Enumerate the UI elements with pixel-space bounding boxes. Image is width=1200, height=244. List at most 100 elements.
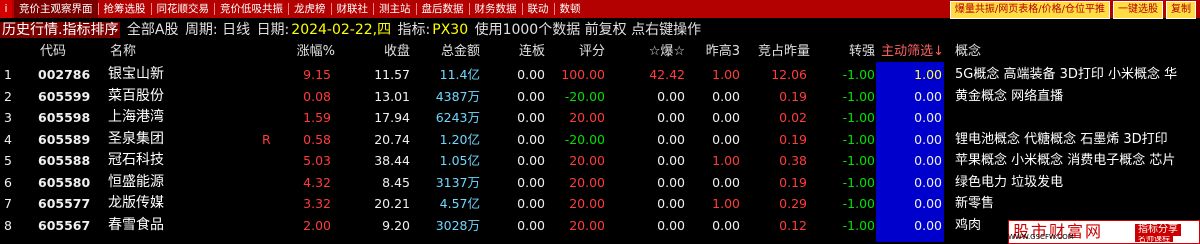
cell-name: 冠石科技 — [108, 152, 164, 168]
table-row[interactable]: 1 002786 银宝山新 9.15 11.57 11.4亿 0.00 100.00 42.42… — [0, 64, 1200, 85]
cell-lianban: 0.00 — [517, 67, 545, 82]
cell-idx: 4 — [4, 131, 12, 147]
col-code[interactable]: 代码 — [40, 42, 90, 62]
cell-idx: 1 — [4, 67, 12, 82]
cell-code: 605599 — [38, 88, 91, 104]
table-row[interactable]: 3 605598 上海港湾 1.59 17.94 6243万 0.00 20.00 0.00 0.… — [0, 107, 1200, 128]
cell-zq: -1.00 — [842, 196, 875, 211]
cell-idx: 6 — [4, 174, 12, 190]
cell-code: 002786 — [38, 67, 91, 82]
cell-zq: -1.00 — [842, 174, 875, 190]
cell-close: 9.20 — [382, 217, 410, 233]
cell-score: -20.00 — [564, 131, 605, 147]
cell-zdsx: 1.00 — [914, 67, 942, 82]
cell-jzzl: 0.29 — [779, 196, 807, 211]
menu-item[interactable]: 竞价低吸共振 — [215, 0, 288, 18]
cell-zg3: 0.00 — [712, 217, 740, 233]
cell-chg: 5.03 — [303, 153, 331, 168]
cell-code: 605588 — [38, 153, 91, 168]
cell-bao: 0.00 — [657, 217, 685, 233]
cell-name: 龙版传媒 — [108, 195, 164, 211]
cell-zg3: 1.00 — [712, 67, 740, 82]
col-amount[interactable]: 总金额 — [430, 42, 480, 62]
cell-zg3: 1.00 — [712, 196, 740, 211]
col-zdsx[interactable]: 主动筛选↓ — [876, 42, 944, 62]
menu-item[interactable]: 龙虎榜 — [289, 0, 331, 18]
table-row[interactable]: 4 605589 圣泉集团 R 0.58 20.74 1.20亿 0.00 -20.00 0.00… — [0, 129, 1200, 150]
cell-zq: -1.00 — [842, 88, 875, 104]
view-title[interactable]: 历史行情.指标排序 — [0, 22, 121, 38]
cell-code: 605577 — [38, 196, 91, 211]
cell-concept: 绿色电力 垃圾发电 — [955, 174, 1064, 190]
cell-name: 春雪食品 — [108, 216, 164, 233]
col-bao[interactable]: ☆爆☆ — [630, 42, 685, 62]
breakout-table-button[interactable]: 爆量共振/网页表格/价格/仓位平推 — [949, 1, 1110, 19]
market-label[interactable]: 全部A股 — [127, 22, 179, 38]
period-label[interactable]: 周期: 日线 — [185, 22, 250, 38]
date-label: 日期: — [256, 22, 290, 38]
col-jzzl[interactable]: 竞占昨量 — [745, 42, 810, 62]
cell-name: 上海港湾 — [108, 109, 164, 125]
col-lianban[interactable]: 连板 — [505, 42, 545, 62]
cell-flag: R — [262, 131, 271, 147]
menu-item[interactable]: 财务数据 — [470, 0, 522, 18]
cell-lianban: 0.00 — [517, 131, 545, 147]
cell-amount: 11.4亿 — [439, 67, 480, 82]
cell-chg: 4.32 — [303, 174, 331, 190]
cell-zq: -1.00 — [842, 131, 875, 147]
menu-item[interactable]: 竞价主观察界面 — [14, 0, 98, 18]
menu-item[interactable]: 联动 — [523, 0, 554, 18]
col-zg3[interactable]: 昨高3 — [700, 42, 740, 62]
watermark-url: WWW.GSCFW.COM — [1008, 233, 1074, 241]
cell-jzzl: 0.19 — [779, 131, 807, 147]
app-icon[interactable]: i — [0, 0, 12, 18]
cell-chg: 3.32 — [303, 196, 331, 211]
menu-item[interactable]: 数顿 — [555, 0, 586, 18]
menu-item[interactable]: 财联社 — [332, 0, 374, 18]
cell-idx: 3 — [4, 110, 12, 125]
col-concept[interactable]: 概念 — [955, 42, 1015, 62]
table-row[interactable]: 6 605580 恒盛能源 4.32 8.45 3137万 0.00 20.00 0.00 0.0… — [0, 172, 1200, 193]
toolbar-right: 爆量共振/网页表格/价格/仓位平推 一键选股 复制 — [949, 1, 1196, 19]
cell-jzzl: 12.06 — [771, 67, 807, 82]
cell-lianban: 0.00 — [517, 196, 545, 211]
table-row[interactable]: 2 605599 菜百股份 0.08 13.01 4387万 0.00 -20.00 0.00 0… — [0, 86, 1200, 107]
col-close[interactable]: 收盘 — [360, 42, 410, 62]
col-change[interactable]: 涨幅% — [275, 42, 335, 62]
cell-zq: -1.00 — [842, 110, 875, 125]
menu-item[interactable]: 盘后数据 — [417, 0, 469, 18]
cell-jzzl: 0.19 — [779, 88, 807, 104]
info-bar: 历史行情.指标排序 全部A股 周期: 日线 日期: 2024-02-22,四 指标… — [0, 19, 1200, 41]
data-note: 使用1000个数据 前复权 点右键操作 — [474, 22, 702, 38]
cell-bao: 0.00 — [657, 88, 685, 104]
col-name[interactable]: 名称 — [110, 42, 170, 62]
cell-score: 20.00 — [569, 110, 605, 125]
cell-amount: 4387万 — [435, 88, 480, 104]
col-score[interactable]: 评分 — [565, 42, 605, 62]
cell-jzzl: 0.19 — [779, 174, 807, 190]
col-zq[interactable]: 转强 — [835, 42, 875, 62]
copy-button[interactable]: 复制 — [1166, 1, 1196, 19]
watermark-tag-course: 名师课程 — [1135, 236, 1173, 242]
cell-bao: 0.00 — [657, 131, 685, 147]
one-click-select-button[interactable]: 一键选股 — [1113, 1, 1163, 19]
cell-code: 605598 — [38, 110, 91, 125]
table-row[interactable]: 7 605577 龙版传媒 3.32 20.21 4.57亿 0.00 20.00 0.00 1.… — [0, 193, 1200, 214]
cell-amount: 6243万 — [435, 110, 480, 125]
menu-item[interactable]: 抢筹选股 — [99, 0, 151, 18]
cell-bao: 0.00 — [657, 110, 685, 125]
cell-chg: 0.08 — [303, 88, 331, 104]
cell-bao: 0.00 — [657, 153, 685, 168]
indicator-value[interactable]: PX30 — [432, 22, 468, 38]
menu-item[interactable]: 同花顺交易 — [152, 0, 215, 18]
menu-item[interactable]: 测主站 — [374, 0, 416, 18]
cell-zg3: 0.00 — [712, 110, 740, 125]
cell-close: 20.21 — [374, 196, 410, 211]
cell-score: 20.00 — [569, 217, 605, 233]
cell-zdsx: 0.00 — [914, 153, 942, 168]
date-value[interactable]: 2024-02-22,四 — [291, 22, 391, 38]
table-row[interactable]: 5 605588 冠石科技 5.03 38.44 1.05亿 0.00 20.00 0.00 1.… — [0, 150, 1200, 171]
watermark-tag-share: 指标分享 — [1135, 224, 1181, 236]
cell-idx: 5 — [4, 153, 12, 168]
cell-amount: 1.20亿 — [439, 131, 480, 147]
